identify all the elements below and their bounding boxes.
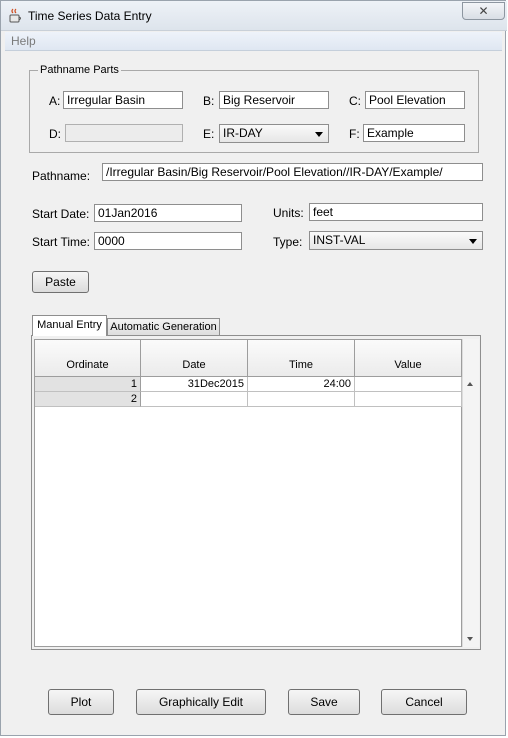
chevron-down-icon [315,132,323,137]
start-time-label: Start Time: [32,235,91,249]
part-f-field[interactable]: Example [363,124,465,142]
chevron-down-icon [469,239,477,244]
row-date-cell[interactable]: 31Dec2015 [141,377,248,392]
java-cup-icon [9,8,21,23]
row-time-cell[interactable] [248,392,355,407]
part-a-field[interactable]: Irregular Basin [63,91,183,109]
row-ordinate-cell[interactable]: 2 [35,392,141,407]
scroll-up-icon[interactable] [467,382,473,386]
part-e-value: IR-DAY [223,126,263,140]
menu-bar: Help [5,32,502,51]
scroll-down-icon[interactable] [467,637,473,641]
row-value-cell[interactable] [355,377,462,392]
graphically-edit-button[interactable]: Graphically Edit [136,689,266,715]
start-date-label: Start Date: [32,207,90,221]
part-b-label: B: [203,94,215,108]
row-value-cell[interactable] [355,392,462,407]
menu-help[interactable]: Help [11,34,36,48]
cancel-button[interactable]: Cancel [381,689,467,715]
part-f-label: F: [349,127,360,141]
pathname-label: Pathname: [32,169,91,183]
type-label: Type: [273,235,303,249]
part-c-field[interactable]: Pool Elevation [365,91,465,109]
part-d-label: D: [49,127,61,141]
pathname-parts-legend: Pathname Parts [38,64,121,76]
part-e-dropdown[interactable]: IR-DAY [219,124,329,143]
close-icon: ✕ [478,4,489,18]
column-header-value[interactable]: Value [355,340,462,377]
part-a-label: A: [49,94,61,108]
start-time-field[interactable]: 0000 [94,232,242,250]
window-title: Time Series Data Entry [28,9,152,23]
row-date-cell[interactable] [141,392,248,407]
table-scrollbar[interactable] [462,339,479,647]
data-table[interactable]: Ordinate Date Time Value 1 31Dec2015 24:… [34,339,462,647]
time-series-data-entry-window: Time Series Data Entry ✕ Help Pathname P… [0,0,507,736]
pathname-field[interactable]: /Irregular Basin/Big Reservoir/Pool Elev… [102,163,483,181]
column-header-ordinate[interactable]: Ordinate [35,340,141,377]
part-d-field [65,124,183,142]
type-value: INST-VAL [313,233,366,247]
start-date-field[interactable]: 01Jan2016 [94,204,242,222]
part-e-label: E: [203,127,215,141]
part-c-label: C: [349,94,361,108]
title-bar[interactable]: Time Series Data Entry ✕ [1,1,507,31]
plot-button[interactable]: Plot [48,689,114,715]
part-b-field[interactable]: Big Reservoir [219,91,329,109]
save-button[interactable]: Save [288,689,360,715]
units-field[interactable]: feet [309,203,483,221]
close-button[interactable]: ✕ [462,2,505,20]
type-dropdown[interactable]: INST-VAL [309,231,483,250]
row-time-cell[interactable]: 24:00 [248,377,355,392]
row-ordinate-cell[interactable]: 1 [35,377,141,392]
units-label: Units: [273,206,304,220]
column-header-date[interactable]: Date [141,340,248,377]
tab-automatic-generation[interactable]: Automatic Generation [107,318,220,336]
tab-manual-entry[interactable]: Manual Entry [32,315,107,336]
paste-button[interactable]: Paste [32,271,89,293]
column-header-time[interactable]: Time [248,340,355,377]
